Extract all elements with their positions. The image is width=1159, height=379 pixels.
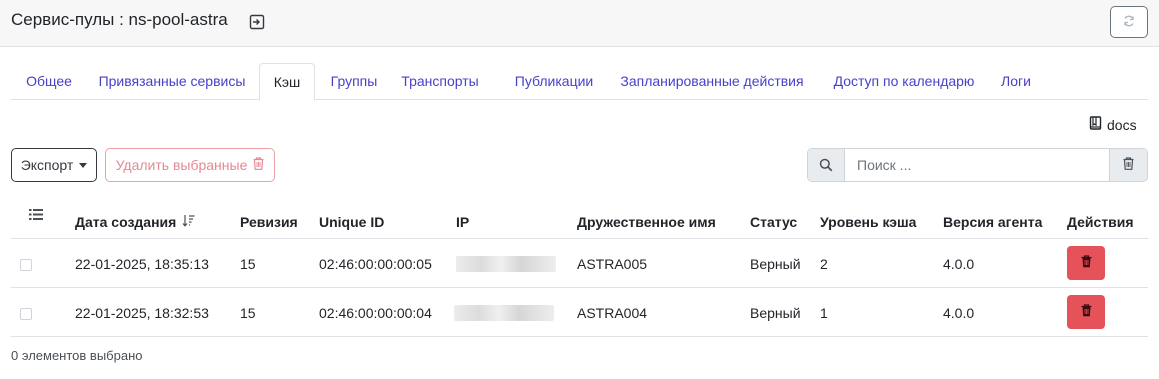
chevron-down-icon: [79, 162, 88, 168]
trash-icon: [1123, 157, 1134, 173]
book-icon: [1089, 116, 1102, 133]
column-header-ip[interactable]: IP: [456, 214, 469, 230]
column-header-agent-version[interactable]: Версия агента: [943, 214, 1042, 230]
cell-friendly-name: ASTRA005: [577, 256, 648, 272]
tab-groups[interactable]: Группы: [323, 63, 385, 100]
cell-friendly-name: ASTRA004: [577, 305, 648, 321]
column-header-cache-level[interactable]: Уровень кэша: [820, 214, 916, 230]
docs-link[interactable]: docs: [1089, 116, 1137, 133]
trash-icon: [253, 157, 264, 173]
tab-publications[interactable]: Публикации: [506, 63, 602, 100]
column-header-unique-id[interactable]: Unique ID: [319, 214, 384, 230]
cell-unique-id: 02:46:00:00:00:05: [319, 256, 432, 272]
exit-icon[interactable]: [249, 14, 265, 30]
delete-row-button[interactable]: [1067, 295, 1105, 329]
tab-linked-services[interactable]: Привязанные сервисы: [92, 63, 252, 100]
cell-agent-version: 4.0.0: [943, 256, 975, 272]
tab-calendar-access[interactable]: Доступ по календарю: [821, 63, 987, 100]
tab-transports[interactable]: Транспорты: [390, 63, 490, 100]
table-row[interactable]: 22-01-2025, 18:32:53 15 02:46:00:00:00:0…: [11, 288, 1148, 337]
column-header-friendly-name[interactable]: Дружественное имя: [577, 214, 716, 230]
row-checkbox[interactable]: [20, 259, 32, 271]
tab-bar: Общее Привязанные сервисы Кэш Группы Тра…: [11, 63, 1148, 101]
cell-unique-id: 02:46:00:00:00:04: [319, 305, 432, 321]
table-row[interactable]: 22-01-2025, 18:35:13 15 02:46:00:00:00:0…: [11, 239, 1148, 288]
tab-general[interactable]: Общее: [11, 63, 87, 100]
docs-label: docs: [1107, 116, 1137, 133]
tab-cache[interactable]: Кэш: [259, 63, 315, 101]
column-header-revision[interactable]: Ревизия: [240, 214, 298, 230]
cell-revision: 15: [240, 305, 256, 321]
delete-row-button[interactable]: [1067, 246, 1105, 280]
export-button[interactable]: Экспорт: [11, 148, 97, 182]
cell-cache-level: 1: [820, 305, 828, 321]
table-header: Дата создания Ревизия Unique ID IP Друже…: [11, 202, 1148, 239]
cache-table: Дата создания Ревизия Unique ID IP Друже…: [11, 202, 1148, 337]
search-icon: [808, 149, 845, 181]
page-title: Сервис-пулы : ns-pool-astra: [11, 10, 228, 29]
cell-ip-redacted: [454, 305, 554, 321]
search-input[interactable]: [845, 149, 1109, 181]
cell-status: Верный: [750, 256, 801, 272]
tab-logs[interactable]: Логи: [995, 63, 1037, 100]
refresh-icon: [1122, 14, 1136, 31]
cell-created: 22-01-2025, 18:35:13: [75, 256, 209, 272]
trash-icon: [1081, 304, 1092, 320]
clear-search-button[interactable]: [1109, 149, 1147, 181]
tab-scheduled-actions[interactable]: Запланированные действия: [615, 63, 809, 100]
delete-selected-label: Удалить выбранные: [115, 157, 248, 173]
row-checkbox[interactable]: [20, 308, 32, 320]
refresh-button[interactable]: [1110, 6, 1148, 38]
column-header-status[interactable]: Статус: [750, 214, 797, 230]
column-header-created[interactable]: Дата создания: [75, 214, 195, 230]
column-created-label: Дата создания: [75, 214, 177, 230]
column-header-actions: Действия: [1067, 214, 1134, 230]
cell-revision: 15: [240, 256, 256, 272]
cell-created: 22-01-2025, 18:32:53: [75, 305, 209, 321]
export-label: Экспорт: [20, 157, 74, 173]
cell-ip-redacted: [456, 256, 556, 272]
trash-icon: [1081, 255, 1092, 271]
delete-selected-button[interactable]: Удалить выбранные: [105, 148, 275, 182]
page-header: Сервис-пулы : ns-pool-astra: [0, 0, 1159, 47]
cell-cache-level: 2: [820, 256, 828, 272]
columns-menu-icon[interactable]: [29, 208, 43, 221]
cell-agent-version: 4.0.0: [943, 305, 975, 321]
cell-status: Верный: [750, 305, 801, 321]
selected-count: 0 элементов выбрано: [11, 348, 143, 363]
search-group: [807, 148, 1148, 182]
sort-desc-icon: [182, 214, 195, 230]
